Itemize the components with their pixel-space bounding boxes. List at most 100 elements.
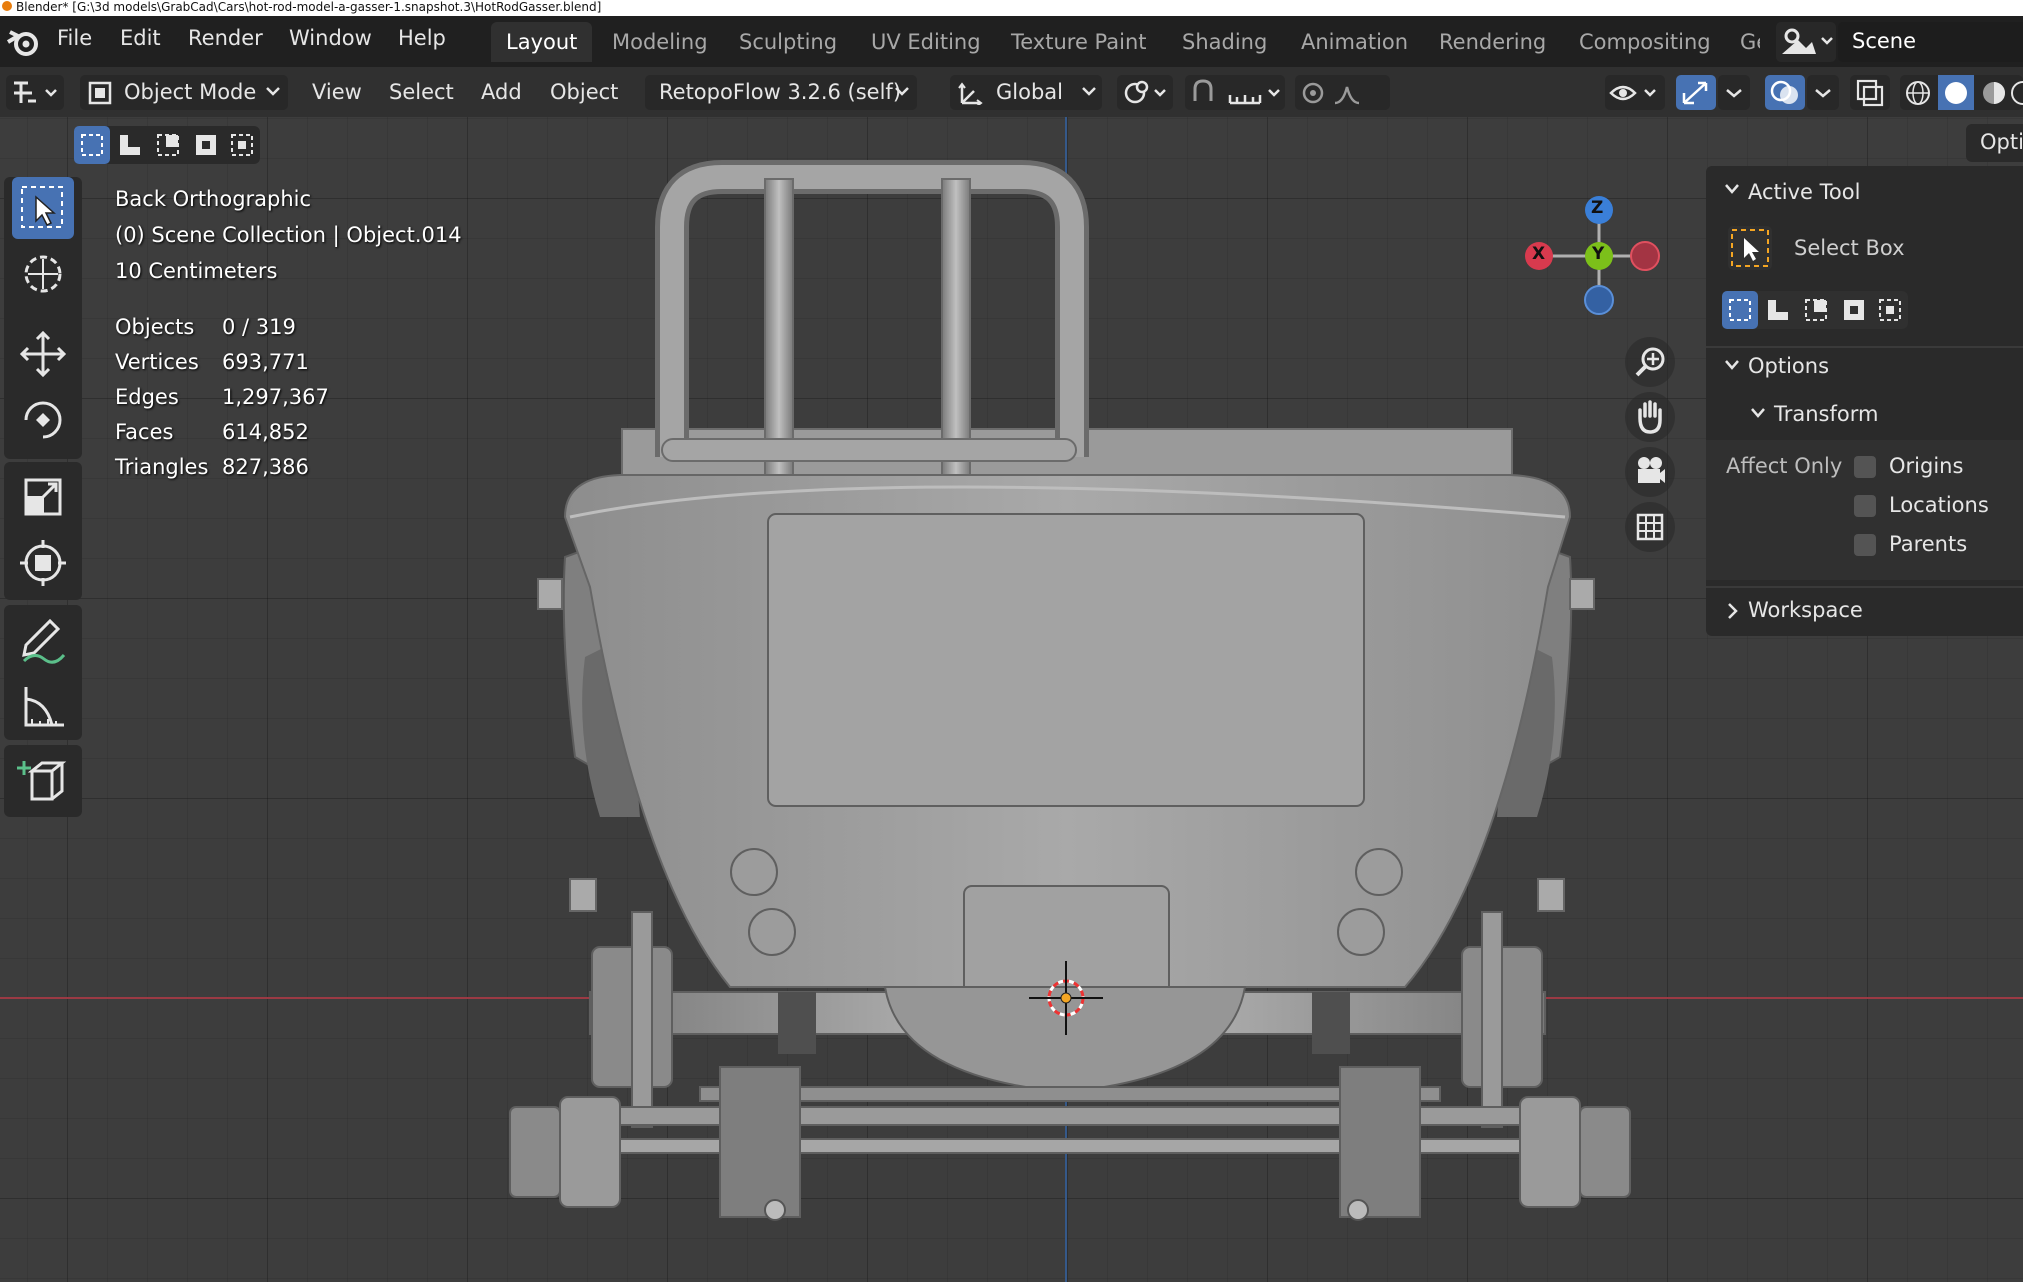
overlays-toggle[interactable] (1765, 75, 1805, 110)
scale-icon (24, 478, 62, 516)
tab-animation[interactable]: Animation (1286, 22, 1423, 62)
chevron-down-icon (266, 87, 280, 96)
sidebar-panel: Active Tool Select Box Options Transform… (1706, 166, 2023, 636)
workspace-header: Workspace (1748, 598, 1863, 622)
sidebar-tab-tool[interactable]: Opti (1966, 124, 2023, 162)
transform-icon (20, 540, 66, 586)
scene-browse-button[interactable] (1776, 22, 1836, 62)
gizmo-dropdown[interactable] (1718, 75, 1750, 110)
snapping-controls[interactable] (1185, 75, 1285, 110)
menu-object[interactable]: Object (550, 80, 618, 104)
select-mode-icons (1722, 291, 1901, 329)
stat-label: Triangles (115, 455, 209, 479)
scene-selector[interactable]: Scene (1776, 22, 2023, 62)
sidebar-tab-label: Opti (1980, 130, 2023, 154)
panel-divider (1706, 586, 2023, 588)
transform-orientation-selector[interactable]: Global (950, 75, 1102, 110)
affect-only-label: Affect Only (1726, 454, 1843, 478)
editor-type-button[interactable] (6, 75, 64, 110)
move-icon (19, 330, 67, 378)
shading-mode-group[interactable] (1900, 75, 2023, 110)
tab-rendering[interactable]: Rendering (1424, 22, 1561, 62)
tab-texture-paint[interactable]: Texture Paint (996, 22, 1162, 62)
snap-magnet-icon (1193, 79, 1280, 105)
menu-render[interactable]: Render (188, 26, 263, 50)
tab-modeling[interactable]: Modeling (597, 22, 723, 62)
tab-layout[interactable]: Layout (491, 22, 593, 62)
gizmo-toggle[interactable] (1676, 75, 1716, 110)
overlays-icon (1770, 80, 1798, 104)
mode-selector[interactable]: Object Mode (80, 75, 288, 110)
object-mode-icon (88, 81, 112, 105)
pivot-link-icon (1124, 80, 1166, 104)
menu-view[interactable]: View (312, 80, 362, 104)
camera-icon (1638, 457, 1665, 483)
tool-select-mode-buttons[interactable] (1722, 291, 1908, 329)
chevron-down-icon (1082, 87, 1096, 96)
viewport-editor-icon (14, 81, 57, 103)
tab-compositing[interactable]: Compositing (1564, 22, 1726, 62)
grid-scale-label: 10 Centimeters (115, 259, 278, 283)
retopoflow-label: RetopoFlow 3.2.6 (self) (659, 80, 902, 104)
tab-geometry-nodes[interactable]: Ge (1725, 22, 1760, 62)
tab-uv-editing[interactable]: UV Editing (856, 22, 996, 62)
scene-name-field[interactable]: Scene (1838, 22, 2023, 62)
gizmo-z-label: Z (1591, 198, 1604, 218)
cursor-icon (24, 255, 62, 293)
panel-divider (1706, 346, 2023, 348)
stat-label: Edges (115, 385, 179, 409)
window-title: Blender* [G:\3d models\GrabCad\Cars\hot-… (16, 0, 602, 14)
camera-view-button[interactable] (1625, 447, 1675, 497)
tool-measure[interactable] (12, 675, 74, 737)
eye-icon (1609, 85, 1656, 101)
proportional-editing[interactable] (1295, 75, 1390, 110)
selection-mode-buttons[interactable] (74, 126, 260, 164)
pan-button[interactable] (1625, 392, 1675, 442)
xray-toggle[interactable] (1850, 75, 1890, 110)
object-visibility-selector[interactable] (1605, 75, 1665, 110)
active-tool-icon-button[interactable] (1728, 226, 1772, 270)
hand-icon (1638, 400, 1662, 434)
stat-value: 693,771 (222, 350, 309, 374)
chevron-down-icon (1725, 184, 1739, 194)
stat-value: 614,852 (222, 420, 309, 444)
tool-select-box[interactable] (12, 177, 74, 239)
retopoflow-menu[interactable]: RetopoFlow 3.2.6 (self) (645, 75, 917, 110)
tool-transform[interactable] (12, 532, 74, 594)
orientation-icon (958, 82, 983, 105)
tool-move[interactable] (12, 323, 74, 385)
menu-help[interactable]: Help (398, 26, 446, 50)
pivot-point-selector[interactable] (1117, 75, 1173, 110)
origins-checkbox[interactable] (1854, 456, 1876, 478)
menu-edit[interactable]: Edit (120, 26, 161, 50)
overlays-dropdown[interactable] (1807, 75, 1839, 110)
transform-options-box: Affect Only Origins Locations Parents (1706, 440, 2023, 580)
blender-logo-icon (2, 1, 12, 11)
menu-window[interactable]: Window (289, 26, 372, 50)
parents-checkbox[interactable] (1854, 534, 1876, 556)
shading-modes-icons (1906, 75, 2023, 110)
perspective-toggle-button[interactable] (1625, 502, 1675, 552)
menu-select[interactable]: Select (389, 80, 454, 104)
tool-scale[interactable] (12, 466, 74, 528)
measure-ruler-icon (24, 687, 64, 727)
menu-add[interactable]: Add (481, 80, 522, 104)
tab-shading[interactable]: Shading (1167, 22, 1282, 62)
window-title-bar: Blender* [G:\3d models\GrabCad\Cars\hot-… (0, 0, 2023, 16)
rotate-icon (24, 401, 62, 439)
tool-annotate[interactable] (12, 609, 74, 671)
zoom-button[interactable] (1625, 337, 1675, 387)
tab-sculpting[interactable]: Sculpting (724, 22, 852, 62)
active-tool-name: Select Box (1794, 236, 1905, 260)
locations-checkbox[interactable] (1854, 495, 1876, 517)
tool-rotate[interactable] (12, 389, 74, 451)
gizmo-x-label: X (1532, 244, 1546, 264)
stat-value: 827,386 (222, 455, 309, 479)
scene-icon (1782, 28, 1833, 54)
grid-icon (1636, 513, 1664, 541)
parents-label: Parents (1889, 532, 1968, 556)
tool-cursor[interactable] (12, 243, 74, 305)
blender-menu-icon[interactable] (6, 26, 40, 58)
tool-add-cube[interactable] (12, 749, 74, 811)
menu-file[interactable]: File (57, 26, 92, 50)
